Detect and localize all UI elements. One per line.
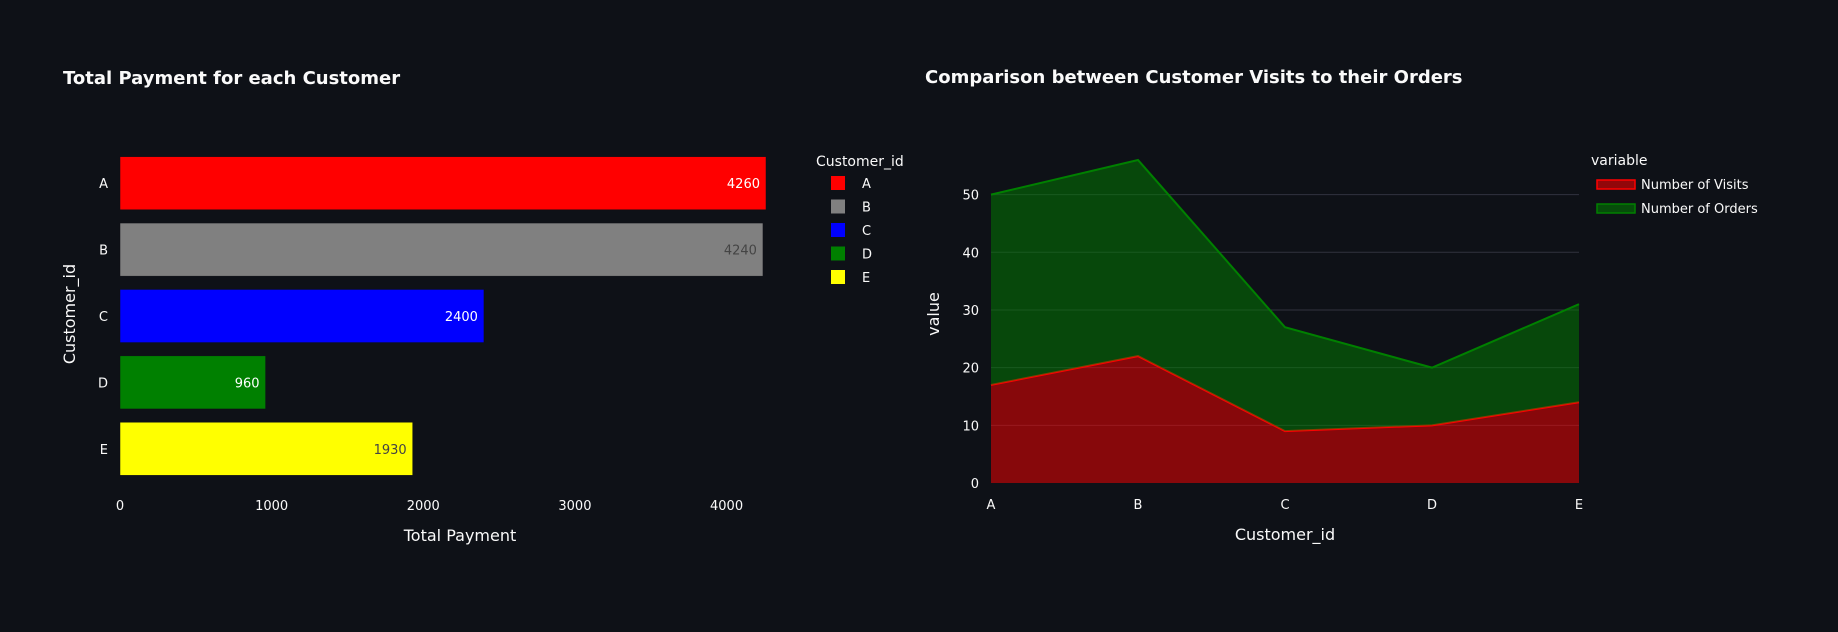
- y-tick: 40: [962, 246, 979, 261]
- legend-swatch-D: [831, 246, 845, 261]
- data-label-B: 4240: [724, 244, 757, 259]
- bar-E: [119, 421, 413, 476]
- x-axis-label: Customer_id: [1235, 525, 1335, 545]
- x-tick: 4000: [710, 499, 743, 514]
- x-tick: 1000: [255, 499, 288, 514]
- x-tick-B: B: [1134, 498, 1143, 513]
- legend-swatch-C: [831, 223, 845, 237]
- legend-swatch: [1596, 179, 1636, 190]
- y-axis-label: Customer_id: [60, 264, 80, 364]
- legend-swatch-A: [831, 176, 845, 190]
- chart-title: Total Payment for each Customer: [63, 68, 400, 89]
- y-tick-A: A: [99, 177, 108, 192]
- y-tick: 30: [962, 304, 979, 319]
- x-tick-E: E: [1575, 498, 1583, 513]
- legend-swatch-E: [831, 270, 845, 284]
- data-label-E: 1930: [374, 443, 407, 458]
- x-tick: 2000: [407, 499, 440, 514]
- x-tick-D: D: [1427, 498, 1437, 513]
- payment-bar-chart: Total Payment for each Customer 4260 4240…: [60, 68, 904, 545]
- legend-title: variable: [1591, 153, 1647, 169]
- bar-C: [119, 289, 485, 343]
- legend-item: Number of Orders: [1641, 202, 1758, 217]
- y-tick-D: D: [98, 376, 108, 391]
- legend-item-B: B: [862, 201, 871, 216]
- y-tick: 0: [971, 477, 979, 492]
- data-label-C: 2400: [445, 310, 478, 325]
- y-tick: 20: [962, 362, 979, 377]
- data-label-D: 960: [235, 376, 260, 391]
- bar-B: [119, 222, 764, 277]
- y-tick: 50: [962, 189, 979, 204]
- x-axis-label: Total Payment: [403, 526, 517, 545]
- dashboard-canvas: Total Payment for each Customer 4260 4240…: [60, 67, 1758, 545]
- bar-group: 4260 4240 2400 960 1930: [119, 156, 767, 476]
- area-group: [990, 158, 1580, 483]
- data-label-A: 4260: [727, 177, 760, 192]
- chart-title: Comparison between Customer Visits to th…: [925, 67, 1463, 88]
- legend-title: Customer_id: [816, 154, 904, 170]
- legend-item-D: D: [862, 248, 872, 263]
- legend: variable Number of Visits Number of Order…: [1591, 153, 1758, 217]
- legend-swatch-B: [831, 199, 845, 214]
- x-tick-A: A: [987, 498, 996, 513]
- y-tick-C: C: [99, 310, 108, 325]
- x-axis-ticks: 0 1000 2000 3000 4000: [116, 499, 743, 514]
- x-tick: 0: [116, 499, 124, 514]
- y-axis-ticks: 0 10 20 30 40 50: [962, 189, 979, 492]
- legend-item-C: C: [862, 224, 871, 239]
- x-tick: 3000: [558, 499, 591, 514]
- legend-item-A: A: [862, 177, 871, 192]
- legend-swatch: [1596, 203, 1636, 214]
- x-tick-C: C: [1280, 498, 1289, 513]
- y-axis-label: value: [924, 292, 943, 336]
- legend-item: Number of Visits: [1641, 178, 1749, 193]
- legend: Customer_id ABCDE: [816, 154, 904, 286]
- bar-A: [119, 156, 767, 211]
- legend-item-E: E: [862, 271, 870, 286]
- y-tick-B: B: [99, 244, 108, 259]
- visits-orders-area-chart: Comparison between Customer Visits to th…: [924, 67, 1758, 545]
- y-tick: 10: [962, 419, 979, 434]
- x-axis-ticks: A B C D E: [987, 498, 1584, 513]
- y-tick-E: E: [100, 443, 108, 458]
- y-axis-ticks: A B C D E: [98, 177, 108, 458]
